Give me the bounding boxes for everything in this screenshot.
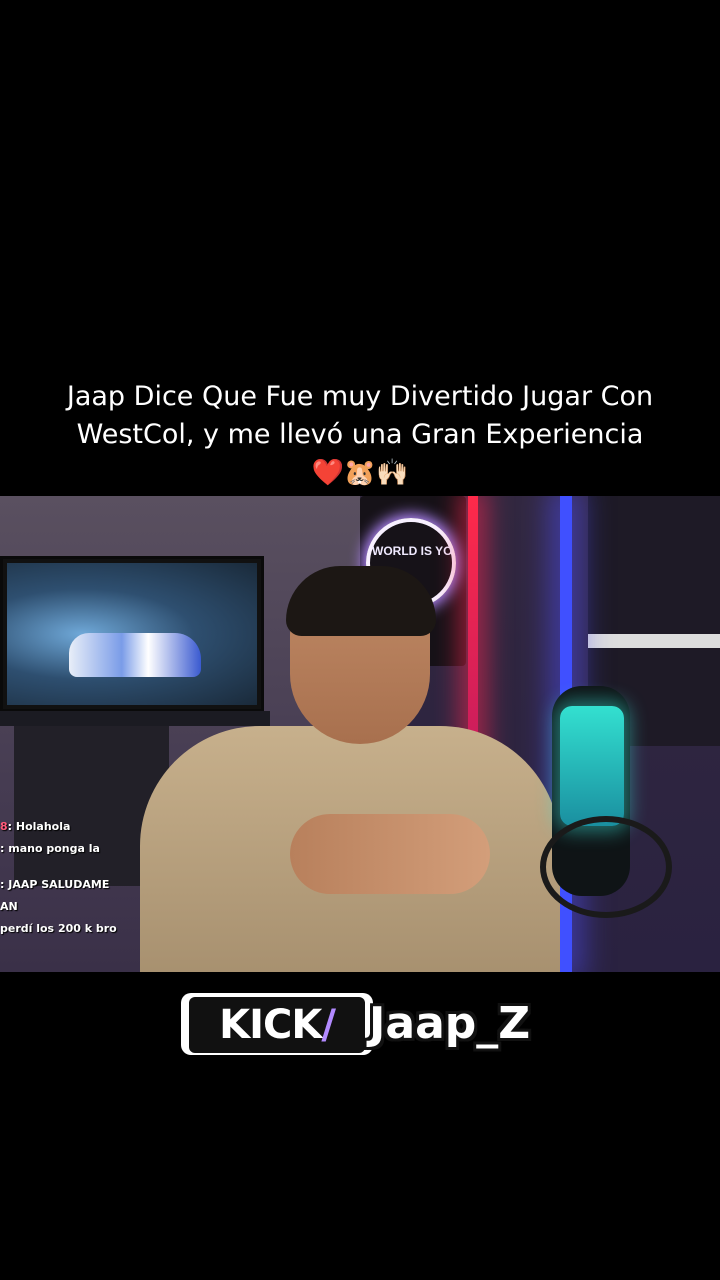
car-image [69,633,201,677]
microphone-shock-mount [540,816,672,918]
chat-message: perdí los 200 k bro [0,918,170,940]
chat-message: : JAAP SALUDAME [0,874,170,896]
shelf-board [588,634,720,648]
neon-sign-text: WORLD IS YO [372,544,453,558]
desk [0,711,270,726]
television [0,556,264,712]
chat-text: : mano ponga la [0,842,100,855]
caption-emoji: ❤️🐹🙌🏻 [311,457,409,487]
chat-text: perdí los 200 k bro [0,922,117,935]
chat-username: 8 [0,820,8,833]
kick-channel-watermark: KICK/ Jaap_Z [181,989,533,1065]
kick-logo-slash: / [321,1002,336,1048]
microphone-rgb-mesh [560,706,624,826]
kick-logo: KICK/ [189,997,365,1053]
chat-text: AN [0,900,18,913]
kick-logo-badge: KICK/ [181,993,373,1055]
chat-text: : JAAP SALUDAME [0,878,110,891]
caption-line-1: Jaap Dice Que Fue muy Divertido Jugar Co… [66,381,654,412]
chat-text: : Holahola [7,820,71,833]
video-caption: Jaap Dice Que Fue muy Divertido Jugar Co… [0,378,720,490]
tv-screen [7,563,257,705]
channel-handle: Jaap_Z [369,998,531,1049]
caption-line-2: WestCol, y me llevó una Gran Experiencia [76,419,644,450]
chat-message: : mano ponga la [0,838,170,860]
chat-overlay: 8: Holahola : mano ponga la : JAAP SALUD… [0,816,170,940]
kick-logo-text: KICK [219,1002,322,1048]
streamer-hands [290,814,490,894]
chat-message: AN [0,896,170,918]
stream-video-frame[interactable]: WORLD IS YO 8: Holahola : mano ponga la … [0,496,720,972]
chat-message: 8: Holahola [0,816,170,838]
streamer-hair [286,566,436,636]
